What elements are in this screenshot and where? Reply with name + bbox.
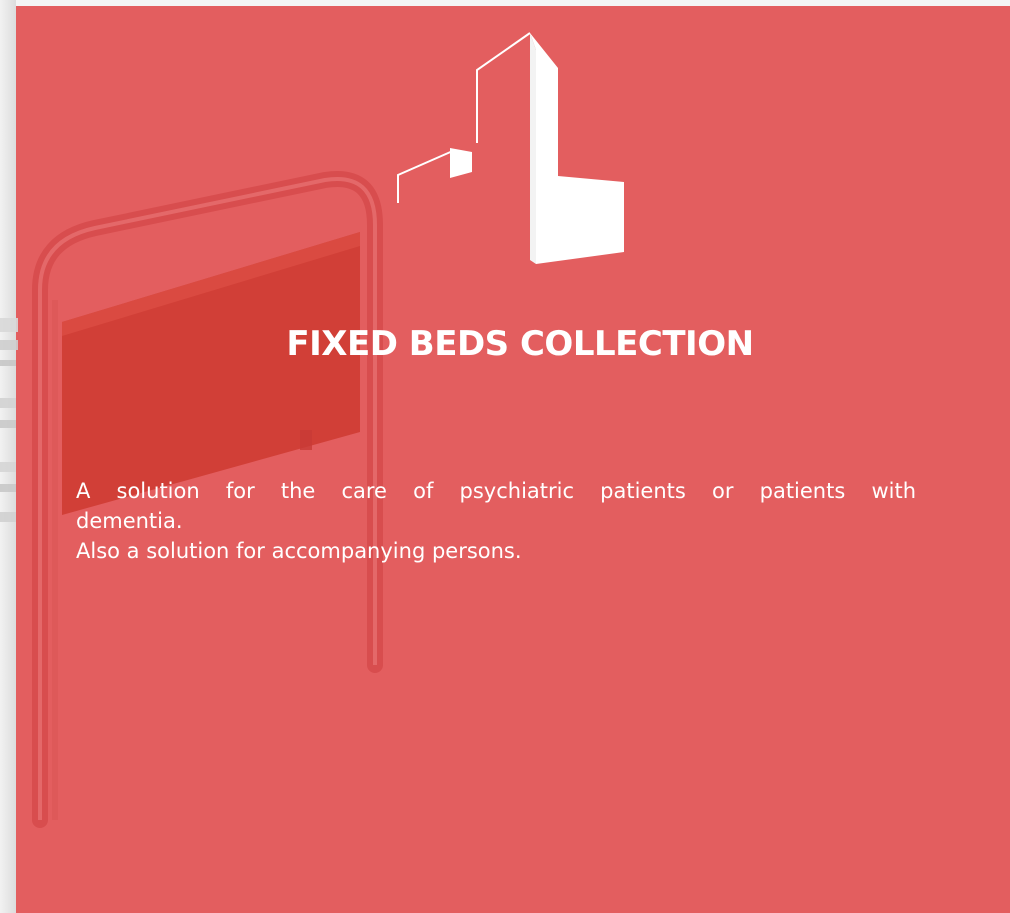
page: FIXED BEDS COLLECTION A solution for the… — [0, 0, 1010, 913]
headboard-panel — [62, 232, 360, 515]
side-rails — [0, 318, 18, 522]
description-line-2: dementia. — [76, 509, 183, 533]
description: A solution for the care of psychiatric p… — [76, 476, 916, 566]
city-buildings-logo-icon — [397, 32, 624, 264]
description-line-1: A solution for the care of psychiatric p… — [76, 479, 916, 503]
page-title: FIXED BEDS COLLECTION — [286, 324, 754, 364]
description-line-3: Also a solution for accompanying persons… — [76, 539, 522, 563]
